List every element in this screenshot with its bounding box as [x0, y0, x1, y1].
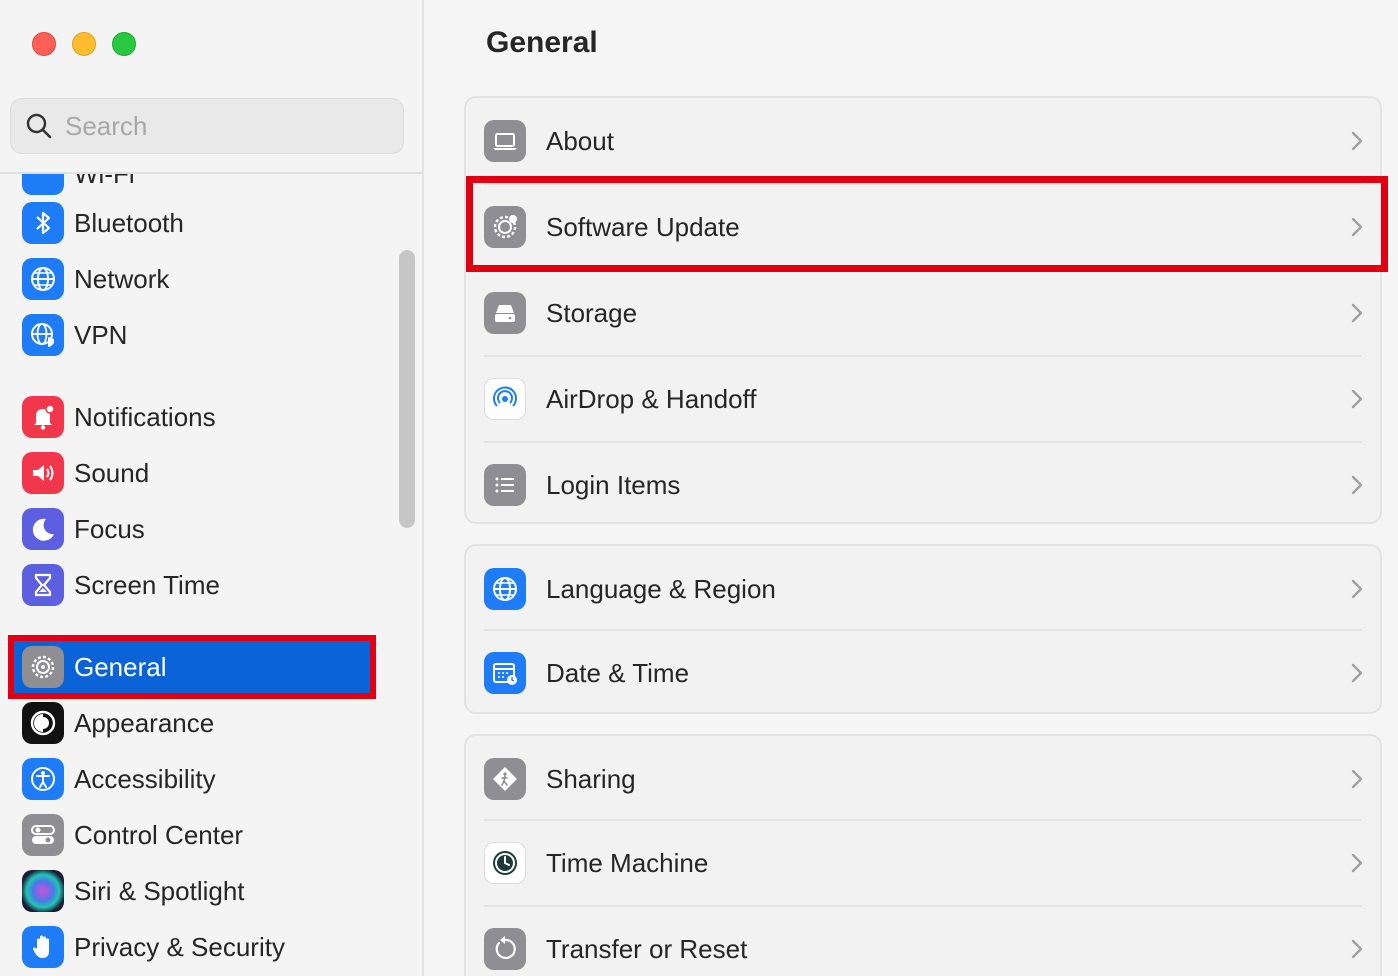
chevron-right-icon — [1351, 663, 1363, 683]
sidebar: Wi-Fi Bluetooth Network VPN Notification — [0, 0, 424, 976]
row-transfer-reset[interactable]: Transfer or Reset — [466, 906, 1380, 976]
time-machine-icon — [484, 842, 526, 884]
calendar-clock-icon — [484, 652, 526, 694]
settings-group-locale: Language & Region Date & Time — [464, 544, 1382, 714]
row-label: Time Machine — [546, 847, 709, 878]
siri-icon — [22, 870, 64, 912]
row-date-time[interactable]: Date & Time — [466, 630, 1380, 716]
minimize-button[interactable] — [72, 32, 96, 56]
sidebar-item-accessibility[interactable]: Accessibility — [22, 753, 392, 805]
sidebar-item-bluetooth[interactable]: Bluetooth — [22, 197, 392, 249]
window-controls — [32, 32, 136, 56]
sidebar-item-label: Siri & Spotlight — [74, 875, 245, 906]
sidebar-item-sound[interactable]: Sound — [22, 447, 392, 499]
sidebar-item-label: Accessibility — [74, 763, 216, 794]
row-label: Login Items — [546, 469, 681, 500]
sidebar-item-privacy-security[interactable]: Privacy & Security — [22, 921, 392, 973]
sidebar-item-general[interactable]: General — [8, 635, 376, 699]
sidebar-item-control-center[interactable]: Control Center — [22, 809, 392, 861]
close-button[interactable] — [32, 32, 56, 56]
accessibility-icon — [22, 758, 64, 800]
zoom-button[interactable] — [112, 32, 136, 56]
row-time-machine[interactable]: Time Machine — [466, 820, 1380, 906]
settings-group-sharing: Sharing Time Machine Transfer or Reset — [464, 734, 1382, 976]
sharing-icon — [484, 758, 526, 800]
globe-icon — [484, 568, 526, 610]
chevron-right-icon — [1351, 939, 1363, 959]
gear-icon — [22, 646, 64, 688]
search-input[interactable] — [65, 110, 365, 142]
row-login-items[interactable]: Login Items — [466, 442, 1380, 528]
search-field[interactable] — [10, 98, 404, 154]
row-label: Software Update — [546, 211, 740, 242]
chevron-right-icon — [1351, 131, 1363, 151]
row-label: Sharing — [546, 763, 636, 794]
row-label: About — [546, 125, 614, 156]
row-label: Date & Time — [546, 657, 690, 688]
chevron-right-icon — [1351, 389, 1363, 409]
sidebar-item-screen-time[interactable]: Screen Time — [22, 559, 392, 611]
chevron-right-icon — [1351, 217, 1363, 237]
drive-icon — [484, 292, 526, 334]
sidebar-item-label: Privacy & Security — [74, 931, 285, 962]
sidebar-scrollbar[interactable] — [399, 250, 415, 528]
sidebar-item-label: Sound — [74, 457, 150, 488]
gear-update-icon — [484, 206, 526, 248]
sidebar-item-notifications[interactable]: Notifications — [22, 391, 392, 443]
sidebar-item-focus[interactable]: Focus — [22, 503, 392, 555]
sidebar-item-label: Network — [74, 263, 170, 294]
wifi-icon — [22, 174, 64, 195]
sidebar-item-label: General — [74, 651, 167, 682]
chevron-right-icon — [1351, 475, 1363, 495]
reset-icon — [484, 928, 526, 970]
laptop-icon — [484, 120, 526, 162]
row-label: Transfer or Reset — [546, 933, 748, 964]
row-language-region[interactable]: Language & Region — [466, 546, 1380, 632]
sidebar-item-label: Bluetooth — [74, 207, 184, 238]
sidebar-item-label: Appearance — [74, 707, 215, 738]
globe-icon — [22, 258, 64, 300]
row-about[interactable]: About — [466, 98, 1380, 184]
row-label: Language & Region — [546, 573, 776, 604]
sidebar-item-vpn[interactable]: VPN — [22, 309, 392, 361]
chevron-right-icon — [1351, 303, 1363, 323]
chevron-right-icon — [1351, 579, 1363, 599]
row-airdrop-handoff[interactable]: AirDrop & Handoff — [466, 356, 1380, 442]
main-pane: General About Software Update Storage Ai… — [426, 0, 1398, 976]
sidebar-item-label: Wi-Fi — [74, 174, 135, 190]
row-sharing[interactable]: Sharing — [466, 736, 1380, 822]
search-icon — [26, 113, 52, 139]
sidebar-item-label: Notifications — [74, 401, 216, 432]
sidebar-list: Wi-Fi Bluetooth Network VPN Notification — [0, 174, 422, 976]
airdrop-icon — [484, 378, 526, 420]
appearance-icon — [22, 702, 64, 744]
hand-icon — [22, 926, 64, 968]
settings-group-system: About Software Update Storage AirDrop & … — [464, 96, 1382, 524]
chevron-right-icon — [1351, 853, 1363, 873]
sidebar-item-network[interactable]: Network — [22, 253, 392, 305]
sidebar-item-label: VPN — [74, 319, 128, 350]
speaker-icon — [22, 452, 64, 494]
bluetooth-icon — [22, 202, 64, 244]
row-storage[interactable]: Storage — [466, 270, 1380, 356]
sidebar-item-appearance[interactable]: Appearance — [22, 697, 392, 749]
toggles-icon — [22, 814, 64, 856]
sidebar-item-label: Screen Time — [74, 569, 220, 600]
list-icon — [484, 464, 526, 506]
bell-icon — [22, 396, 64, 438]
hourglass-icon — [22, 564, 64, 606]
page-title: General — [486, 26, 598, 59]
moon-icon — [22, 508, 64, 550]
chevron-right-icon — [1351, 769, 1363, 789]
vpn-globe-icon — [22, 314, 64, 356]
row-software-update[interactable]: Software Update — [466, 184, 1380, 270]
row-label: AirDrop & Handoff — [546, 383, 757, 414]
sidebar-item-label: Focus — [74, 513, 145, 544]
sidebar-item-siri-spotlight[interactable]: Siri & Spotlight — [22, 865, 392, 917]
sidebar-item-label: Control Center — [74, 819, 244, 850]
row-label: Storage — [546, 297, 638, 328]
